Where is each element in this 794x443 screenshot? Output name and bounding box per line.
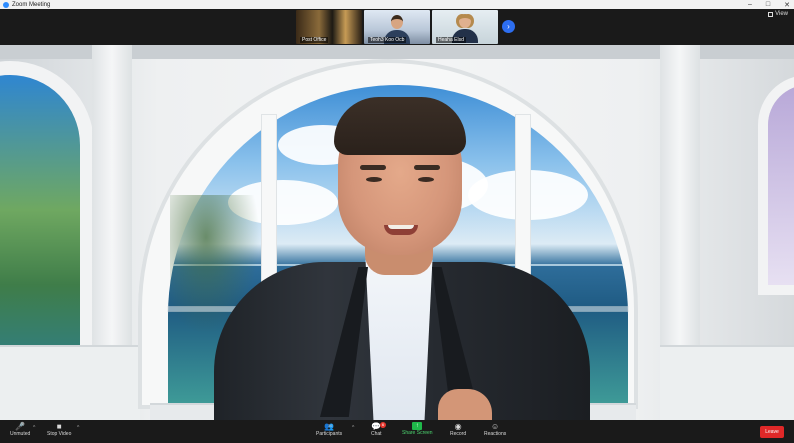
grid-view-icon [768, 11, 774, 17]
eyebrow [414, 165, 440, 170]
view-button[interactable]: View [768, 11, 788, 17]
video-button[interactable]: ■ Stop Video [47, 422, 71, 437]
chevron-right-icon: › [507, 22, 510, 31]
share-screen-icon: ↑ [412, 422, 423, 430]
video-camera-icon: ■ [56, 422, 62, 431]
eye [418, 177, 434, 182]
minimize-icon[interactable]: – [748, 1, 752, 8]
eyebrow [360, 165, 386, 170]
participants-count: 36 [328, 423, 333, 428]
eye [366, 177, 382, 182]
left-window [0, 75, 80, 375]
participant-thumbnail[interactable]: Post Office [296, 10, 362, 44]
chat-button[interactable]: 💬 6 Chat [371, 422, 386, 437]
balcony-left [0, 345, 140, 420]
meeting-toolbar: 🎤 Unmuted ^ ■ Stop Video ^ 👥 36 Particip… [0, 420, 794, 443]
chat-label: Chat [371, 431, 382, 437]
participant-thumbnail-strip: View Post Office Teoh3 Koo Ocb Heaha Els… [0, 9, 794, 45]
participant-thumbnail[interactable]: Heaha Elsd [432, 10, 498, 44]
leave-button[interactable]: Leave [760, 426, 784, 438]
video-label: Stop Video [47, 431, 72, 437]
participants-options-caret[interactable]: ^ [352, 425, 354, 431]
video-options-caret[interactable]: ^ [77, 425, 79, 431]
next-page-button[interactable]: › [502, 20, 515, 33]
unmute-label: Unmuted [10, 431, 31, 437]
balcony-right [660, 345, 794, 420]
emoji-icon: ☺ [491, 422, 500, 431]
presenter [200, 97, 600, 420]
reactions-label: Reactions [484, 431, 507, 437]
window-titlebar: Zoom Meeting – □ ✕ [0, 0, 794, 9]
zoom-logo-icon [3, 1, 9, 8]
window-controls: – □ ✕ [748, 0, 790, 9]
share-screen-button[interactable]: ↑ Share Screen [402, 422, 433, 436]
record-icon: ◉ [454, 422, 462, 431]
audio-options-caret[interactable]: ^ [33, 425, 35, 431]
unmute-button[interactable]: 🎤 Unmuted [10, 422, 30, 437]
presenter-hair [334, 97, 466, 155]
microphone-icon: 🎤 [15, 422, 26, 431]
chat-unread-badge: 6 [380, 422, 386, 428]
thumbnail-list: Post Office Teoh3 Koo Ocb Heaha Elsd [296, 10, 498, 44]
window-title: Zoom Meeting [12, 1, 51, 8]
reactions-button[interactable]: ☺ Reactions [484, 422, 506, 437]
view-label: View [775, 11, 788, 17]
share-screen-label: Share Screen [402, 430, 433, 436]
active-speaker-video [0, 45, 794, 420]
maximize-icon[interactable]: □ [766, 1, 770, 8]
right-window [768, 85, 794, 285]
participant-name: Heaha Elsd [436, 37, 466, 43]
record-button[interactable]: ◉ Record [450, 422, 466, 437]
participant-thumbnail[interactable]: Teoh3 Koo Ocb [364, 10, 430, 44]
participant-name: Post Office [300, 37, 329, 43]
participants-label: Participants [316, 431, 343, 437]
participants-button[interactable]: 👥 36 Participants [316, 422, 342, 437]
participant-name: Teoh3 Koo Ocb [368, 37, 407, 43]
record-label: Record [450, 431, 467, 437]
close-icon[interactable]: ✕ [784, 1, 790, 9]
teeth [388, 225, 414, 229]
